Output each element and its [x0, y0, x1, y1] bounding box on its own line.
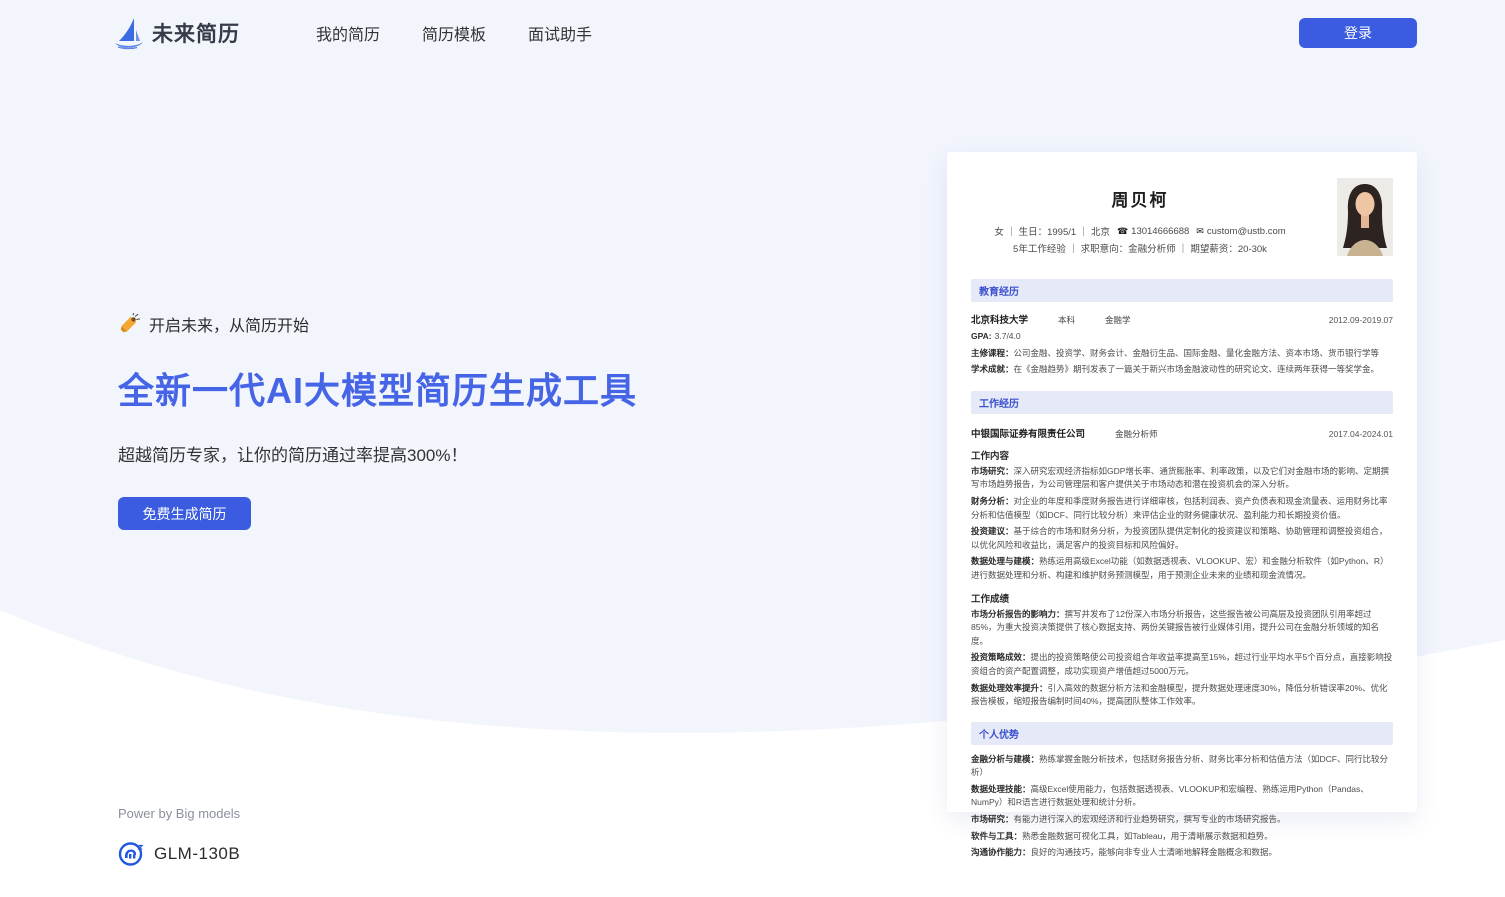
phone-icon: ☎	[1117, 226, 1128, 237]
result-item: 投资策略成效：提出的投资策略使公司投资组合年收益率提高至15%，超过行业平均水平…	[971, 651, 1393, 678]
resume-phone: 13014666688	[1131, 226, 1189, 237]
duties-heading: 工作内容	[971, 448, 1393, 462]
resume-header: 周贝柯 女 ｜ 生日：1995/1 ｜ 北京 ☎ 13014666688 ✉ c…	[971, 186, 1393, 255]
footer: Power by Big models GLM-130B	[118, 806, 240, 867]
section-header-work: 工作经历	[971, 391, 1393, 414]
glm-logo-icon	[118, 841, 144, 867]
results-heading: 工作成绩	[971, 591, 1393, 605]
resume-email: custom@ustb.com	[1207, 226, 1286, 237]
resume-name: 周贝柯	[971, 186, 1309, 211]
gpa-line: GPA:3.7/4.0	[971, 330, 1393, 344]
sailboat-icon	[112, 16, 146, 50]
company-name: 中银国际证券有限责任公司	[971, 426, 1085, 440]
model-name: GLM-130B	[154, 844, 240, 864]
nav-items: 我的简历 简历模板 面试助手	[316, 21, 592, 45]
strength-item: 软件与工具：熟悉金融数据可视化工具，如Tableau，用于清晰展示数据和趋势。	[971, 830, 1393, 844]
hero-section: 开启未来，从简历开始 全新一代AI大模型简历生成工具 超越简历专家，让你的简历通…	[118, 312, 637, 530]
education-period: 2012.09-2019.07	[1329, 315, 1393, 325]
strength-item: 沟通协作能力：良好的沟通技巧，能够向非专业人士清晰地解释金融概念和数据。	[971, 846, 1393, 860]
strength-item: 市场研究：有能力进行深入的宏观经济和行业趋势研究，撰写专业的市场研究报告。	[971, 813, 1393, 827]
generate-resume-button[interactable]: 免费生成简历	[118, 497, 251, 530]
page: 未来简历 我的简历 简历模板 面试助手 登录 开启未来，从简历开始 全新一代AI…	[0, 0, 1505, 897]
major: 金融学	[1105, 314, 1131, 326]
gpa-value: 3.7/4.0	[995, 331, 1021, 341]
education-row: 北京科技大学 本科 金融学 2012.09-2019.07	[971, 312, 1393, 326]
resume-meta-line1: 女 ｜ 生日：1995/1 ｜ 北京 ☎ 13014666688 ✉ custo…	[971, 224, 1309, 238]
powered-by-text: Power by Big models	[118, 806, 240, 821]
top-nav: 未来简历 我的简历 简历模板 面试助手 登录	[0, 0, 1505, 66]
degree: 本科	[1058, 314, 1075, 326]
brand-name: 未来简历	[152, 18, 240, 48]
hero-title: 全新一代AI大模型简历生成工具	[118, 362, 637, 414]
duty-item: 财务分析：对企业的年度和季度财务报告进行详细审核，包括利润表、资产负债表和现金流…	[971, 495, 1393, 522]
courses-label: 主修课程：	[971, 348, 1014, 358]
school-name: 北京科技大学	[971, 312, 1028, 326]
result-item: 市场分析报告的影响力：撰写并发布了12份深入市场分析报告，这些报告被公司高层及投…	[971, 608, 1393, 649]
nav-item-my-resume[interactable]: 我的简历	[316, 21, 380, 45]
duty-item: 投资建议：基于综合的市场和财务分析，为投资团队提供定制化的投资建议和策略、协助管…	[971, 525, 1393, 552]
duty-item: 数据处理与建模：熟练运用高级Excel功能（如数据透视表、VLOOKUP、宏）和…	[971, 555, 1393, 582]
nav-item-resume-templates[interactable]: 简历模板	[422, 21, 486, 45]
resume-photo	[1337, 178, 1393, 256]
job-title: 金融分析师	[1115, 428, 1158, 440]
result-item: 数据处理效率提升：引入高效的数据分析方法和金融模型，提升数据处理速度30%，降低…	[971, 682, 1393, 709]
hero-eyebrow: 开启未来，从简历开始	[118, 312, 637, 336]
resume-header-text: 周贝柯 女 ｜ 生日：1995/1 ｜ 北京 ☎ 13014666688 ✉ c…	[971, 186, 1309, 255]
nav-item-interview-assistant[interactable]: 面试助手	[528, 21, 592, 45]
achievement-line: 学术成就：在《金融趋势》期刊发表了一篇关于新兴市场金融波动性的研究论文、连续两年…	[971, 363, 1393, 377]
achievement-label: 学术成就：	[971, 364, 1014, 374]
courses-line: 主修课程：公司金融、投资学、财务会计、金融衍生品、国际金融、量化金融方法、资本市…	[971, 347, 1393, 361]
megaphone-icon	[118, 313, 140, 335]
resume-preview-card: 周贝柯 女 ｜ 生日：1995/1 ｜ 北京 ☎ 13014666688 ✉ c…	[947, 152, 1417, 812]
hero-eyebrow-text: 开启未来，从简历开始	[149, 312, 309, 336]
model-row: GLM-130B	[118, 841, 240, 867]
duty-item: 市场研究：深入研究宏观经济指标如GDP增长率、通货膨胀率、利率政策，以及它们对金…	[971, 465, 1393, 492]
strength-item: 数据处理技能：高级Excel使用能力，包括数据透视表、VLOOKUP和宏编程、熟…	[971, 783, 1393, 810]
strength-item: 金融分析与建模：熟练掌握金融分析技术，包括财务报告分析、财务比率分析和估值方法（…	[971, 753, 1393, 780]
section-header-strengths: 个人优势	[971, 722, 1393, 745]
resume-meta-line2: 5年工作经验 ｜ 求职意向：金融分析师 ｜ 期望薪资：20-30k	[971, 241, 1309, 255]
hero-subtitle: 超越简历专家，让你的简历通过率提高300%！	[118, 441, 637, 466]
gpa-label: GPA:	[971, 331, 992, 341]
login-button[interactable]: 登录	[1299, 18, 1417, 48]
section-header-education: 教育经历	[971, 279, 1393, 302]
achievement-text: 在《金融趋势》期刊发表了一篇关于新兴市场金融波动性的研究论文、连续两年获得一等奖…	[1014, 364, 1380, 374]
work-row: 中银国际证券有限责任公司 金融分析师 2017.04-2024.01	[971, 426, 1393, 440]
email-icon: ✉	[1196, 226, 1204, 237]
courses-text: 公司金融、投资学、财务会计、金融衍生品、国际金融、量化金融方法、资本市场、货币银…	[1014, 348, 1380, 358]
resume-basic-info: 女 ｜ 生日：1995/1 ｜ 北京	[994, 224, 1110, 238]
work-period: 2017.04-2024.01	[1329, 429, 1393, 439]
brand-logo[interactable]: 未来简历	[112, 16, 240, 50]
